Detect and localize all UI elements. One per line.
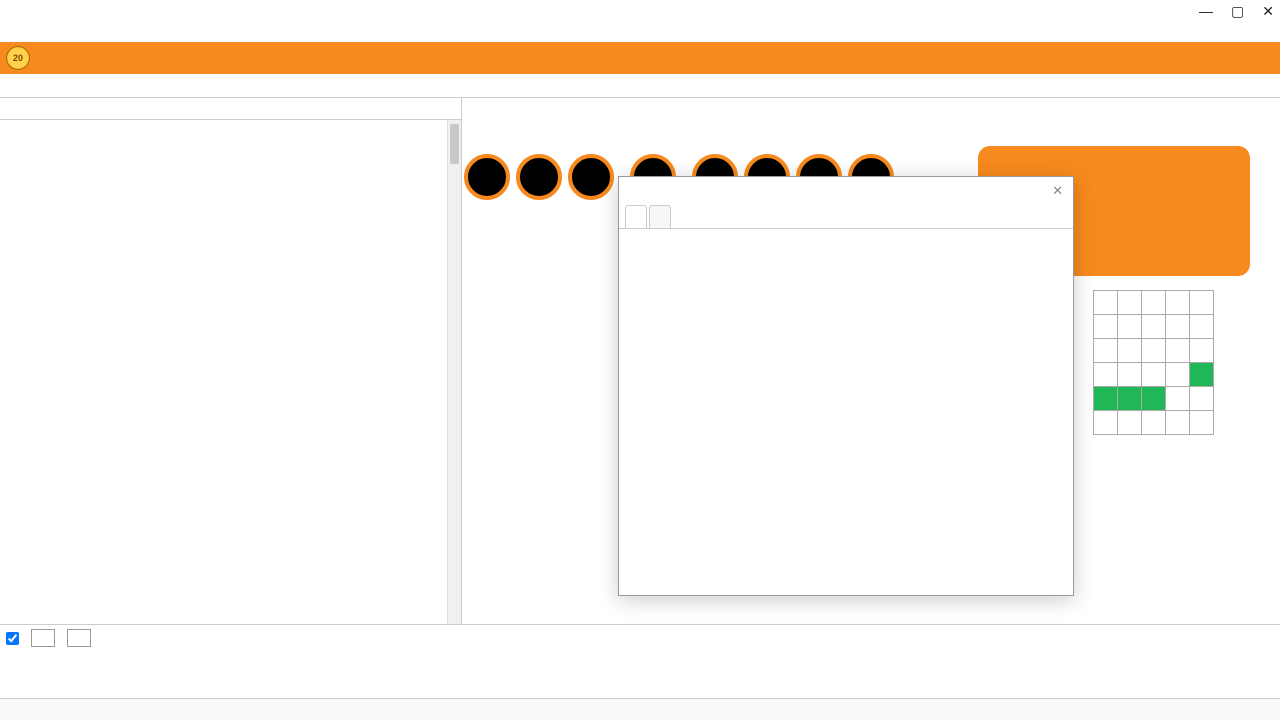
scrollbar-vertical[interactable] xyxy=(447,120,461,638)
close-icon[interactable]: ✕ xyxy=(1262,3,1274,20)
mini-grid xyxy=(1093,290,1214,435)
ball-icon xyxy=(464,154,510,200)
limit-checkbox[interactable] xyxy=(6,632,19,645)
menubar xyxy=(0,22,1280,42)
dialog-tab-text[interactable] xyxy=(649,205,671,228)
limit-input[interactable] xyxy=(31,629,55,647)
dialog-tab-combinations[interactable] xyxy=(625,205,647,228)
logo-icon: 20 xyxy=(6,46,30,70)
app-header: 20 xyxy=(0,42,1280,74)
matrix-panel xyxy=(0,98,462,638)
bottom-bar xyxy=(0,624,1280,682)
ball-icon xyxy=(516,154,562,200)
dialog-close-icon[interactable]: ✕ xyxy=(1052,183,1063,199)
minimize-icon[interactable]: — xyxy=(1199,3,1213,20)
notebook-dialog: ✕ xyxy=(618,176,1074,596)
ball-icon xyxy=(568,154,614,200)
status-bar xyxy=(0,698,1280,720)
main-tabs xyxy=(0,74,1280,98)
shift-input[interactable] xyxy=(67,629,91,647)
maximize-icon[interactable]: ▢ xyxy=(1231,3,1244,20)
